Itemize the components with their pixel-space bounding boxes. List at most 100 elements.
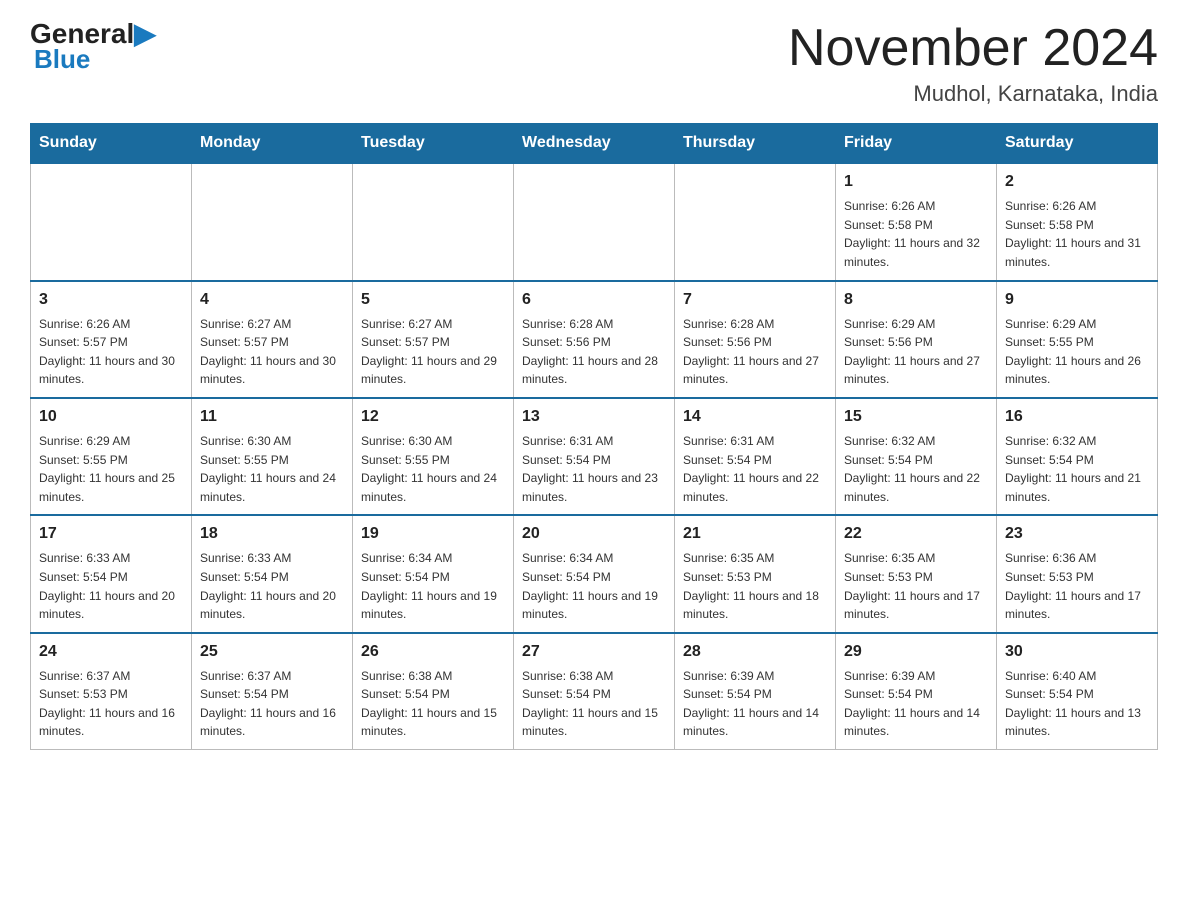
calendar-week-row: 10 Sunrise: 6:29 AMSunset: 5:55 PMDayligh… xyxy=(31,398,1158,515)
sun-info: Sunrise: 6:32 AMSunset: 5:54 PMDaylight:… xyxy=(844,432,988,506)
table-row: 5Sunrise: 6:27 AMSunset: 5:57 PMDaylight… xyxy=(353,281,514,398)
table-row: 29Sunrise: 6:39 AMSunset: 5:54 PMDayligh… xyxy=(836,633,997,750)
day-number: 16 xyxy=(1005,405,1149,429)
sun-info: Sunrise: 6:37 AMSunset: 5:54 PMDaylight:… xyxy=(200,667,344,741)
table-row: 13 Sunrise: 6:31 AMSunset: 5:54 PMDayligh… xyxy=(514,398,675,515)
day-number: 6 xyxy=(522,288,666,312)
day-number: 9 xyxy=(1005,288,1149,312)
table-row: 10 Sunrise: 6:29 AMSunset: 5:55 PMDayligh… xyxy=(31,398,192,515)
table-row: 24 Sunrise: 6:37 AMSunset: 5:53 PMDayligh… xyxy=(31,633,192,750)
table-row: 12 Sunrise: 6:30 AMSunset: 5:55 PMDayligh… xyxy=(353,398,514,515)
day-number: 18 xyxy=(200,522,344,546)
table-row: 20 Sunrise: 6:34 AMSunset: 5:54 PMDayligh… xyxy=(514,515,675,632)
sun-info: Sunrise: 6:35 AMSunset: 5:53 PMDaylight:… xyxy=(844,549,988,623)
table-row: 19 Sunrise: 6:34 AMSunset: 5:54 PMDayligh… xyxy=(353,515,514,632)
day-number: 14 xyxy=(683,405,827,429)
day-number: 20 xyxy=(522,522,666,546)
sun-info: Sunrise: 6:39 AMSunset: 5:54 PMDaylight:… xyxy=(683,667,827,741)
day-number: 26 xyxy=(361,640,505,664)
day-number: 2 xyxy=(1005,170,1149,194)
sun-info: Sunrise: 6:30 AMSunset: 5:55 PMDaylight:… xyxy=(361,432,505,506)
logo-blue-text: Blue xyxy=(34,44,90,75)
sun-info: Sunrise: 6:27 AMSunset: 5:57 PMDaylight:… xyxy=(200,315,344,389)
sun-info: Sunrise: 6:38 AMSunset: 5:54 PMDaylight:… xyxy=(522,667,666,741)
sun-info: Sunrise: 6:39 AMSunset: 5:54 PMDaylight:… xyxy=(844,667,988,741)
day-number: 15 xyxy=(844,405,988,429)
day-number: 27 xyxy=(522,640,666,664)
table-row: 18 Sunrise: 6:33 AMSunset: 5:54 PMDayligh… xyxy=(192,515,353,632)
day-number: 30 xyxy=(1005,640,1149,664)
day-number: 5 xyxy=(361,288,505,312)
sun-info: Sunrise: 6:33 AMSunset: 5:54 PMDaylight:… xyxy=(200,549,344,623)
col-sunday: Sunday xyxy=(31,124,192,164)
table-row xyxy=(31,163,192,280)
sun-info: Sunrise: 6:31 AMSunset: 5:54 PMDaylight:… xyxy=(522,432,666,506)
table-row: 14 Sunrise: 6:31 AMSunset: 5:54 PMDayligh… xyxy=(675,398,836,515)
sun-info: Sunrise: 6:32 AMSunset: 5:54 PMDaylight:… xyxy=(1005,432,1149,506)
table-row: 1 Sunrise: 6:26 AMSunset: 5:58 PMDaylight… xyxy=(836,163,997,280)
day-number: 12 xyxy=(361,405,505,429)
table-row: 8Sunrise: 6:29 AMSunset: 5:56 PMDaylight… xyxy=(836,281,997,398)
day-number: 17 xyxy=(39,522,183,546)
day-number: 13 xyxy=(522,405,666,429)
sun-info: Sunrise: 6:33 AMSunset: 5:54 PMDaylight:… xyxy=(39,549,183,623)
logo: General▶ Blue xyxy=(30,20,156,75)
sun-info: Sunrise: 6:26 AMSunset: 5:58 PMDaylight:… xyxy=(844,197,988,271)
location-title: Mudhol, Karnataka, India xyxy=(788,81,1158,107)
sun-info: Sunrise: 6:34 AMSunset: 5:54 PMDaylight:… xyxy=(361,549,505,623)
table-row: 23Sunrise: 6:36 AMSunset: 5:53 PMDayligh… xyxy=(997,515,1158,632)
table-row xyxy=(353,163,514,280)
table-row: 30 Sunrise: 6:40 AMSunset: 5:54 PMDayligh… xyxy=(997,633,1158,750)
sun-info: Sunrise: 6:36 AMSunset: 5:53 PMDaylight:… xyxy=(1005,549,1149,623)
calendar-week-row: 1 Sunrise: 6:26 AMSunset: 5:58 PMDaylight… xyxy=(31,163,1158,280)
col-wednesday: Wednesday xyxy=(514,124,675,164)
sun-info: Sunrise: 6:29 AMSunset: 5:55 PMDaylight:… xyxy=(39,432,183,506)
table-row: 25Sunrise: 6:37 AMSunset: 5:54 PMDayligh… xyxy=(192,633,353,750)
sun-info: Sunrise: 6:31 AMSunset: 5:54 PMDaylight:… xyxy=(683,432,827,506)
sun-info: Sunrise: 6:28 AMSunset: 5:56 PMDaylight:… xyxy=(522,315,666,389)
day-number: 21 xyxy=(683,522,827,546)
calendar-week-row: 24 Sunrise: 6:37 AMSunset: 5:53 PMDayligh… xyxy=(31,633,1158,750)
table-row xyxy=(514,163,675,280)
sun-info: Sunrise: 6:26 AMSunset: 5:57 PMDaylight:… xyxy=(39,315,183,389)
calendar-header-row: Sunday Monday Tuesday Wednesday Thursday… xyxy=(31,124,1158,164)
sun-info: Sunrise: 6:35 AMSunset: 5:53 PMDaylight:… xyxy=(683,549,827,623)
month-title: November 2024 xyxy=(788,20,1158,77)
day-number: 19 xyxy=(361,522,505,546)
table-row: 16 Sunrise: 6:32 AMSunset: 5:54 PMDayligh… xyxy=(997,398,1158,515)
col-monday: Monday xyxy=(192,124,353,164)
table-row: 11 Sunrise: 6:30 AMSunset: 5:55 PMDayligh… xyxy=(192,398,353,515)
title-section: November 2024 Mudhol, Karnataka, India xyxy=(788,20,1158,107)
col-thursday: Thursday xyxy=(675,124,836,164)
sun-info: Sunrise: 6:29 AMSunset: 5:56 PMDaylight:… xyxy=(844,315,988,389)
table-row: 2 Sunrise: 6:26 AMSunset: 5:58 PMDaylight… xyxy=(997,163,1158,280)
day-number: 11 xyxy=(200,405,344,429)
sun-info: Sunrise: 6:38 AMSunset: 5:54 PMDaylight:… xyxy=(361,667,505,741)
day-number: 10 xyxy=(39,405,183,429)
sun-info: Sunrise: 6:37 AMSunset: 5:53 PMDaylight:… xyxy=(39,667,183,741)
sun-info: Sunrise: 6:26 AMSunset: 5:58 PMDaylight:… xyxy=(1005,197,1149,271)
table-row: 4 Sunrise: 6:27 AMSunset: 5:57 PMDaylight… xyxy=(192,281,353,398)
table-row: 21 Sunrise: 6:35 AMSunset: 5:53 PMDayligh… xyxy=(675,515,836,632)
table-row: 3Sunrise: 6:26 AMSunset: 5:57 PMDaylight… xyxy=(31,281,192,398)
col-tuesday: Tuesday xyxy=(353,124,514,164)
calendar-week-row: 17 Sunrise: 6:33 AMSunset: 5:54 PMDayligh… xyxy=(31,515,1158,632)
calendar-table: Sunday Monday Tuesday Wednesday Thursday… xyxy=(30,123,1158,750)
table-row xyxy=(675,163,836,280)
day-number: 28 xyxy=(683,640,827,664)
day-number: 1 xyxy=(844,170,988,194)
logo-triangle-icon: ▶ xyxy=(134,18,156,49)
day-number: 4 xyxy=(200,288,344,312)
sun-info: Sunrise: 6:40 AMSunset: 5:54 PMDaylight:… xyxy=(1005,667,1149,741)
sun-info: Sunrise: 6:34 AMSunset: 5:54 PMDaylight:… xyxy=(522,549,666,623)
calendar-week-row: 3Sunrise: 6:26 AMSunset: 5:57 PMDaylight… xyxy=(31,281,1158,398)
table-row: 15 Sunrise: 6:32 AMSunset: 5:54 PMDayligh… xyxy=(836,398,997,515)
day-number: 24 xyxy=(39,640,183,664)
table-row: 22Sunrise: 6:35 AMSunset: 5:53 PMDayligh… xyxy=(836,515,997,632)
table-row: 7Sunrise: 6:28 AMSunset: 5:56 PMDaylight… xyxy=(675,281,836,398)
table-row: 6 Sunrise: 6:28 AMSunset: 5:56 PMDaylight… xyxy=(514,281,675,398)
day-number: 7 xyxy=(683,288,827,312)
page-header: General▶ Blue November 2024 Mudhol, Karn… xyxy=(30,20,1158,107)
table-row: 28 Sunrise: 6:39 AMSunset: 5:54 PMDayligh… xyxy=(675,633,836,750)
sun-info: Sunrise: 6:30 AMSunset: 5:55 PMDaylight:… xyxy=(200,432,344,506)
